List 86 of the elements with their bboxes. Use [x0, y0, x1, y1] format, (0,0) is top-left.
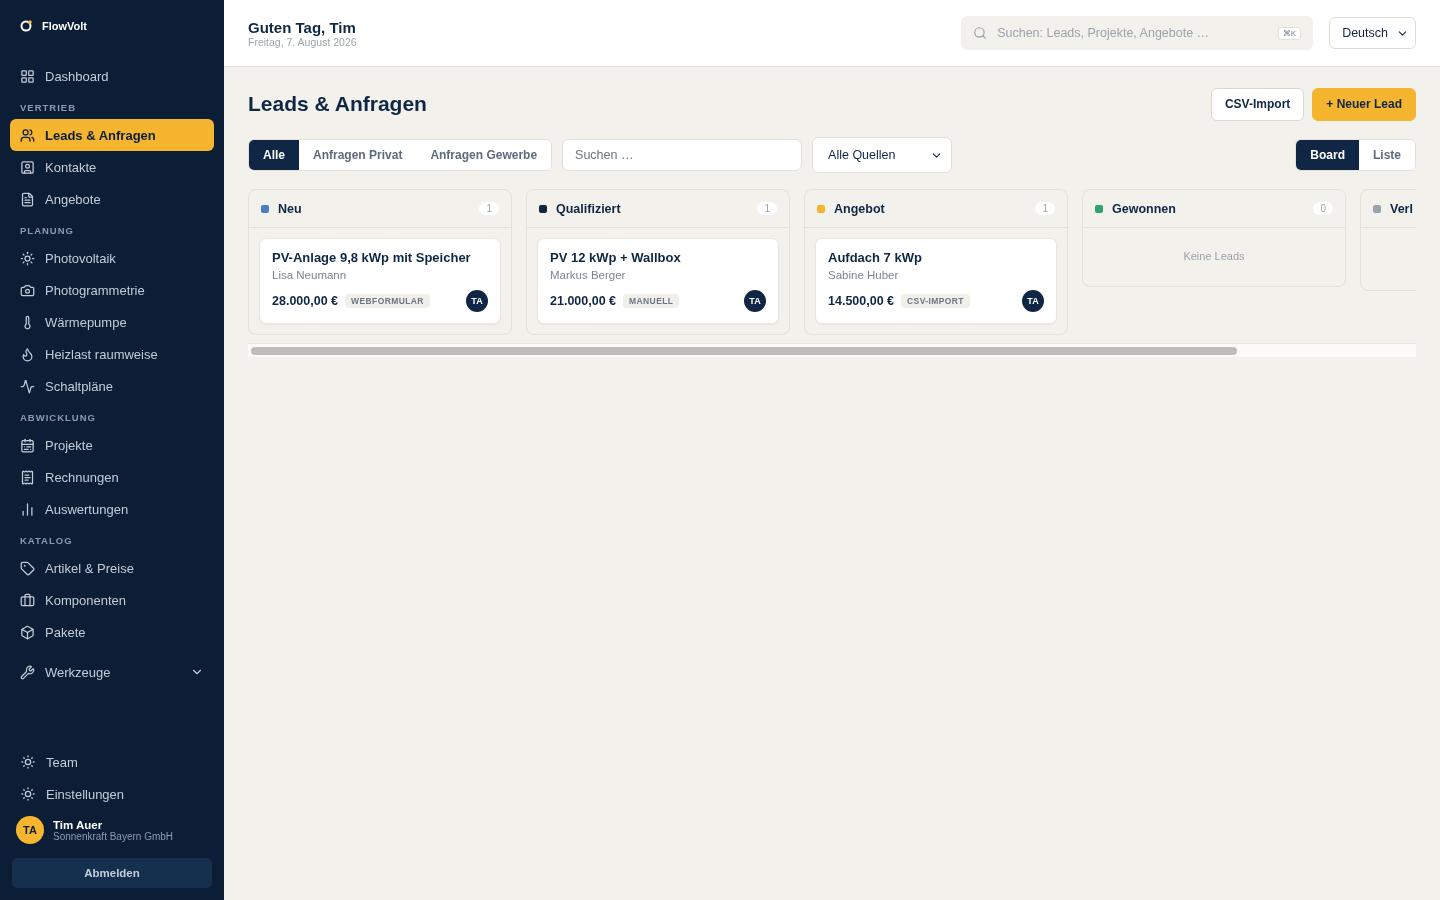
view-tab[interactable]: Board	[1296, 140, 1359, 170]
user-avatar: TA	[16, 816, 44, 844]
section-title: VERTRIEB	[19, 102, 78, 115]
empty-text: Keine Leads	[1182, 249, 1246, 264]
count-badge: 0	[1313, 202, 1333, 215]
logout-button[interactable]: Abmelden	[12, 858, 212, 888]
sidebar-item[interactable]: Auswertungen	[10, 493, 214, 525]
camera-icon	[20, 282, 35, 298]
new-lead-button[interactable]: + Neuer Lead	[1312, 87, 1416, 121]
customer-name: Sabine Huber	[828, 269, 900, 281]
count-badge: 1	[479, 202, 499, 215]
greeting: Guten Tag, Tim	[248, 18, 357, 36]
section-title: PLANUNG	[19, 225, 75, 238]
column-title: Verl	[1390, 201, 1413, 216]
company-name: Sonnenkraft Bayern GmbH	[53, 830, 174, 842]
count-badge: 1	[1035, 202, 1055, 215]
document-icon	[20, 191, 35, 207]
column-title: Angebot	[834, 201, 885, 216]
lead-title: Aufdach 7 kWp	[828, 250, 923, 266]
filter-tab[interactable]: Alle	[249, 140, 299, 170]
tag-icon	[20, 560, 35, 576]
sidebar-item[interactable]: Photovoltaik	[10, 242, 214, 274]
grid-icon	[20, 68, 35, 84]
sidebar-item[interactable]: Werkzeuge	[10, 656, 214, 688]
box-icon	[20, 624, 35, 640]
lead-card[interactable]: PV 12 kWp + Wallbox Markus Berger 21.000,00 € MANUELL TA	[537, 238, 779, 324]
sidebar-item[interactable]: Pakete	[10, 616, 214, 648]
sidebar-item[interactable]: Angebote	[10, 183, 214, 215]
brand-name: FlowVolt	[42, 20, 87, 32]
sidebar-item[interactable]: Leads & Anfragen	[10, 119, 214, 151]
source-select[interactable]: Alle Quellen	[812, 137, 953, 173]
lead-title: PV-Anlage 9,8 kWp mit Speicher	[272, 250, 472, 266]
wrench-icon	[20, 664, 35, 680]
sidebar-item[interactable]: Wärmepumpe	[10, 306, 214, 338]
column-title: Gewonnen	[1112, 201, 1176, 216]
import-button[interactable]: CSV-Import	[1210, 87, 1305, 121]
receipt-icon	[20, 469, 35, 485]
sidebar-item[interactable]: Kontakte	[10, 151, 214, 183]
sidebar-item[interactable]: Team	[10, 746, 214, 778]
bar-chart-icon	[20, 501, 35, 517]
sidebar-item[interactable]: Komponenten	[10, 584, 214, 616]
date-text: Freitag, 7. August 2026	[248, 35, 357, 48]
customer-name: Lisa Neumann	[272, 269, 348, 281]
column-title: Neu	[278, 201, 302, 216]
amount: 28.000,00 €	[272, 294, 339, 308]
language-select[interactable]: Deutsch	[1329, 17, 1416, 49]
section-title: ABWICKLUNG	[19, 412, 97, 425]
page-title: Leads & Anfragen	[248, 92, 427, 116]
search-field[interactable]: Suchen: Leads, Projekte, Angebote … ⌘K	[961, 16, 1314, 50]
sun-icon	[20, 250, 35, 266]
count-badge: 1	[757, 202, 777, 215]
briefcase-icon	[20, 592, 35, 608]
lead-card[interactable]: PV-Anlage 9,8 kWp mit Speicher Lisa Neumann 28.000,00 € WEBFORMULAR TA	[259, 238, 501, 324]
owner-avatar: TA	[744, 290, 766, 312]
pulse-icon	[20, 378, 35, 394]
amount: 14.500,00 €	[828, 294, 895, 308]
sun-icon	[20, 754, 36, 770]
contact-card-icon	[20, 159, 35, 175]
sun-icon	[20, 786, 36, 802]
sidebar-item[interactable]: Projekte	[10, 429, 214, 461]
calendar-icon	[20, 437, 35, 453]
shortcut-hint: ⌘K	[1277, 26, 1302, 40]
lead-card[interactable]: Aufdach 7 kWp Sabine Huber 14.500,00 € CSV-IMPORT TA	[815, 238, 1057, 324]
search-icon	[973, 26, 988, 40]
sidebar-item[interactable]: Photogrammetrie	[10, 274, 214, 306]
sidebar-item[interactable]: Dashboard	[10, 60, 214, 92]
source-tag: CSV-IMPORT	[901, 294, 970, 308]
section-title: KATALOG	[19, 535, 74, 548]
sidebar-item[interactable]: Schaltpläne	[10, 370, 214, 402]
lead-title: PV 12 kWp + Wallbox	[550, 250, 682, 266]
sidebar-item[interactable]: Heizlast raumweise	[10, 338, 214, 370]
logo-icon	[20, 20, 32, 32]
user-name: Tim Auer	[53, 818, 104, 831]
amount: 21.000,00 €	[550, 294, 617, 308]
search-field[interactable]: Suchen …	[562, 139, 803, 171]
owner-avatar: TA	[466, 290, 488, 312]
source-tag: WEBFORMULAR	[345, 294, 430, 308]
flame-icon	[20, 346, 35, 362]
owner-avatar: TA	[1022, 290, 1044, 312]
sidebar-item[interactable]: Rechnungen	[10, 461, 214, 493]
column-title: Qualifiziert	[556, 201, 621, 216]
source-tag: MANUELL	[623, 294, 680, 308]
sidebar-item[interactable]: Artikel & Preise	[10, 552, 214, 584]
users-icon	[20, 127, 35, 143]
sidebar-item[interactable]: Einstellungen	[10, 778, 214, 810]
customer-name: Markus Berger	[550, 269, 627, 281]
